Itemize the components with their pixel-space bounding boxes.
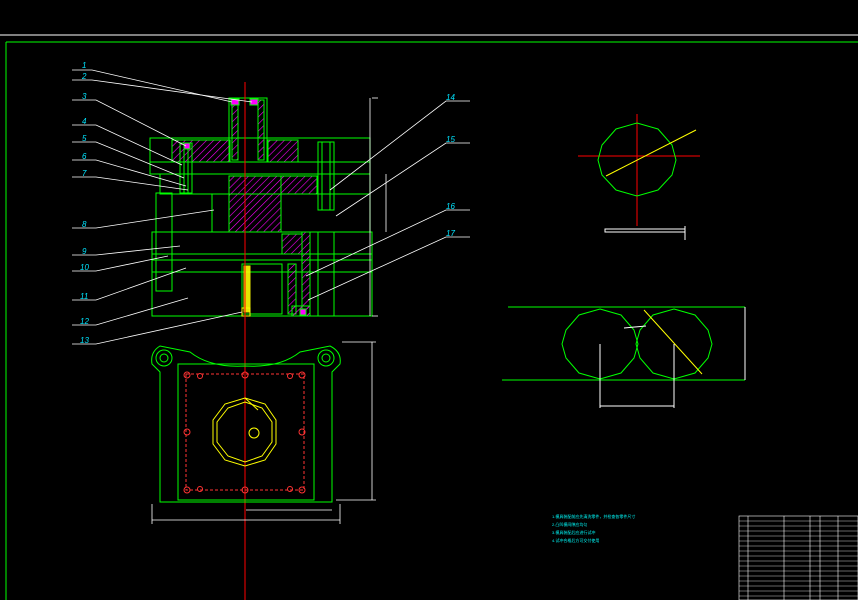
note-3: 3.模具装配后应进行试冲 xyxy=(552,529,595,535)
part-label-11: 11 xyxy=(80,292,88,301)
plan-view xyxy=(151,345,341,503)
cad-drawing-canvas: 1 2 3 4 5 6 7 8 9 10 11 12 13 14 15 16 1… xyxy=(0,0,858,600)
centerlines xyxy=(244,82,700,600)
strip-layout-view xyxy=(502,306,746,408)
part-label-14: 14 xyxy=(446,93,455,102)
part-label-8: 8 xyxy=(82,220,87,229)
sheet-frame xyxy=(0,34,858,600)
part-label-16: 16 xyxy=(446,202,455,211)
part-label-17: 17 xyxy=(446,229,455,238)
note-2: 2.凸凹模间隙应均匀 xyxy=(552,521,587,527)
part-label-1: 1 xyxy=(82,61,86,70)
punch xyxy=(228,175,282,233)
blank-part-view xyxy=(597,122,697,240)
die-base-outline xyxy=(151,345,341,503)
front-section-view xyxy=(149,97,373,317)
part-label-9: 9 xyxy=(82,247,87,256)
guide-hole-right xyxy=(317,349,335,367)
lower-spacer xyxy=(151,259,373,273)
part-label-10: 10 xyxy=(80,263,89,272)
part-label-15: 15 xyxy=(446,135,455,144)
parts-list-rows xyxy=(739,520,858,597)
part-label-3: 3 xyxy=(82,92,87,101)
drawing-sheet: 1 2 3 4 5 6 7 8 9 10 11 12 13 14 15 16 1… xyxy=(0,34,858,600)
plan-dimensions xyxy=(151,341,376,524)
guide-pillar xyxy=(155,192,173,292)
part-label-5: 5 xyxy=(82,134,87,143)
die-plate xyxy=(151,231,373,255)
note-4: 4.试冲合格后方可交付使用 xyxy=(552,537,599,543)
guide-hole-left xyxy=(155,349,173,367)
part-label-2: 2 xyxy=(81,72,87,81)
part-label-4: 4 xyxy=(82,117,87,126)
punch-fixing-plate xyxy=(149,161,371,175)
technical-notes: 1.模具装配前应先清洗零件，并检查各零件尺寸 2.凸凹模间隙应均匀 3.模具装配… xyxy=(552,513,635,543)
part-label-6: 6 xyxy=(82,152,87,161)
lower-die-base xyxy=(151,271,373,317)
parts-list-table xyxy=(738,515,858,600)
part-label-7: 7 xyxy=(82,169,87,178)
note-1: 1.模具装配前应先清洗零件，并检查各零件尺寸 xyxy=(552,513,635,519)
guide-bush xyxy=(317,141,335,211)
part-label-12: 12 xyxy=(80,317,89,326)
die-plate-outline xyxy=(177,363,315,501)
part-label-13: 13 xyxy=(80,336,89,345)
